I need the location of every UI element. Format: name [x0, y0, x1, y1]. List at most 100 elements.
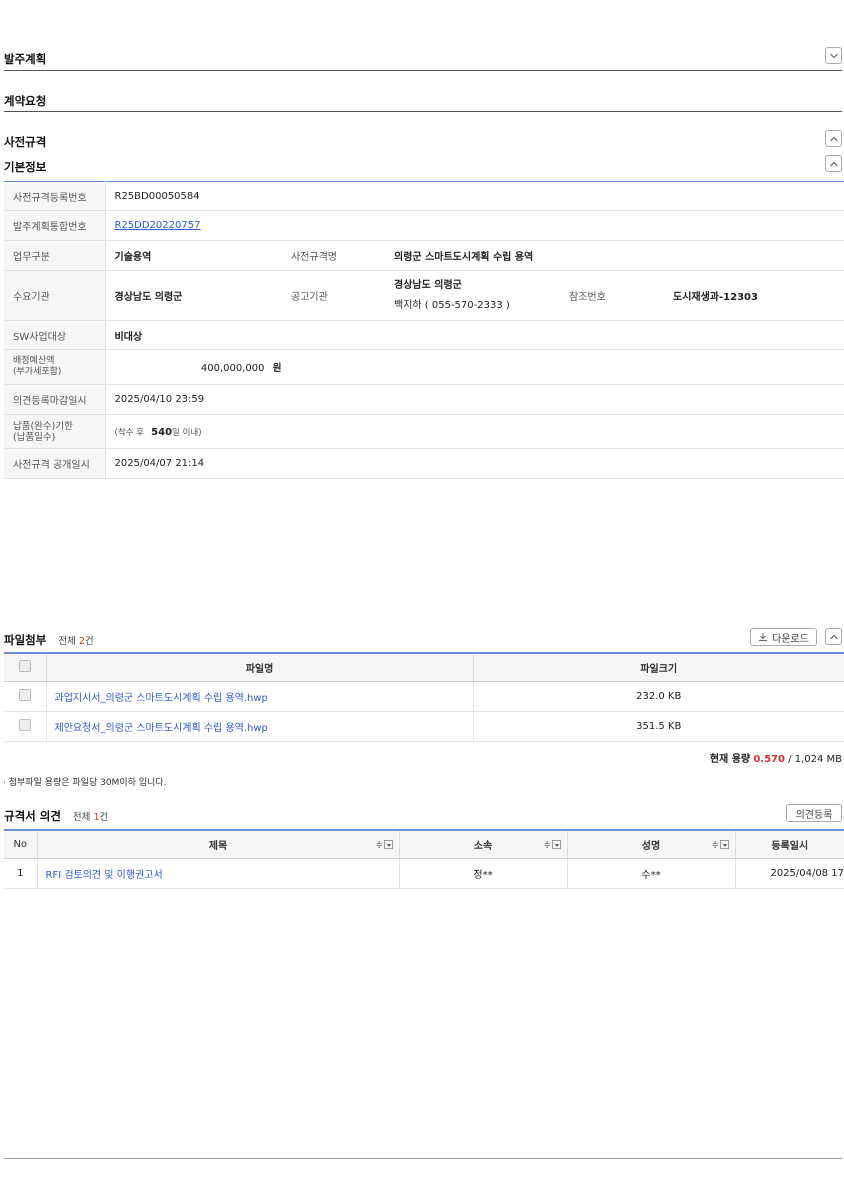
table-row: 납품(완수)기한 (납품일수) (착수 후 540일 이내)	[4, 414, 844, 449]
chevron-up-icon	[830, 161, 838, 167]
ref-no-label: 참조번호	[560, 270, 664, 321]
demand-org-value: 경상남도 의령군	[105, 270, 282, 321]
delivery-suffix: 일 이내)	[172, 427, 202, 438]
opinions-header: 규격서 의견 전체 1건	[4, 808, 842, 824]
budget-label: 배정예산액	[13, 356, 55, 366]
table-row: 발주계획통합번호 R25DD20220757	[4, 210, 844, 241]
ref-no-value: 도시재생과-12303	[664, 270, 844, 321]
download-label: 다운로드	[772, 633, 809, 645]
open-value: 2025/04/07 21:14	[105, 448, 844, 479]
chevron-down-icon	[830, 53, 838, 59]
notice-contact: 백지하 ( 055-570-2333 )	[394, 299, 510, 311]
col-affil: 소속	[473, 840, 493, 852]
table-row: 배정예산액 (부가세포함) 400,000,000 원	[4, 349, 844, 385]
footer-divider	[4, 1158, 842, 1159]
notice-org-value: 경상남도 의령군	[394, 279, 462, 291]
opinion-name: 수**	[567, 858, 736, 889]
col-no: No	[4, 830, 38, 859]
divider	[4, 70, 842, 71]
notice-org-label: 공고기관	[282, 270, 385, 321]
plan-no-label: 발주계획통합번호	[4, 210, 106, 241]
register-opinion-label: 의견등록	[795, 809, 833, 821]
open-label: 사전규격 공개일시	[4, 448, 106, 479]
col-date: 등록일시	[735, 830, 844, 859]
section-contract-request-title: 계약요청	[4, 94, 47, 108]
delivery-prefix: (착수 후	[114, 427, 144, 438]
files-table: 파일명 파일크기 과업지시서_의령군 스마트도시계획 수립 용역.hwp 232…	[4, 652, 844, 742]
section-order-plan-title: 발주계획	[4, 52, 47, 66]
opinions-total-prefix: 전체	[72, 812, 91, 823]
expand-order-plan-button[interactable]	[825, 47, 842, 64]
files-total-prefix: 전체	[58, 636, 76, 647]
opinions-table: No 제목 ≑ 소속 ≑ 성명 ≑ 등록일시 1 RFI 검토의견 및 이행권고…	[4, 829, 844, 889]
opinion-date: 2025/04/08 17	[735, 858, 844, 889]
sort-icon[interactable]: ≑	[544, 840, 561, 849]
opinions-header-row: No 제목 ≑ 소속 ≑ 성명 ≑ 등록일시	[4, 830, 844, 859]
budget-value: 400,000,000	[200, 363, 265, 374]
biz-type-value: 기술용역	[105, 240, 282, 271]
row-checkbox[interactable]	[18, 688, 31, 701]
chevron-up-icon	[830, 136, 838, 142]
basic-info-table: 사전규격등록번호 R25BD00050584 발주계획통합번호 R25DD202…	[4, 181, 844, 479]
section-order-plan[interactable]: 발주계획	[4, 51, 842, 67]
table-row: SW사업대상 비대상	[4, 320, 844, 350]
sw-value: 비대상	[105, 320, 844, 350]
budget-label-sub: (부가세포함)	[13, 367, 62, 377]
file-size: 232.0 KB	[473, 681, 844, 712]
files-header-row: 파일명 파일크기	[4, 653, 844, 682]
file-link[interactable]: 과업지시서_의령군 스마트도시계획 수립 용역.hwp	[46, 681, 474, 712]
opinion-no: 1	[4, 858, 38, 889]
register-opinion-button[interactable]: 의견등록	[786, 804, 842, 822]
files-total-suffix: 건	[84, 636, 94, 647]
sort-icon[interactable]: ≑	[376, 840, 393, 849]
collapse-files-button[interactable]	[825, 628, 842, 645]
files-col-name: 파일명	[46, 653, 474, 682]
collapse-pre-spec-button[interactable]	[825, 130, 842, 147]
budget-unit: 원	[272, 363, 282, 374]
col-title: 제목	[208, 840, 228, 852]
section-basic-info: 기본정보	[4, 159, 842, 175]
usage-indicator: 현재 용량 0.570 / 1,024 MB	[710, 750, 842, 765]
table-row: 사전규격 공개일시 2025/04/07 21:14	[4, 448, 844, 479]
usage-label: 현재 용량	[709, 754, 751, 765]
table-row: 수요기관 경상남도 의령군 공고기관 경상남도 의령군 백지하 ( 055-57…	[4, 270, 844, 321]
row-checkbox[interactable]	[18, 718, 31, 731]
opinion-affil: 정**	[399, 858, 568, 889]
col-name-header[interactable]: 성명 ≑	[567, 830, 736, 859]
table-row: 업무구분 기술용역 사전규격명 의령군 스마트도시계획 수립 용역	[4, 240, 844, 271]
section-basic-info-title: 기본정보	[4, 160, 47, 174]
reg-no-label: 사전규격등록번호	[4, 181, 106, 211]
spec-name-label: 사전규격명	[282, 240, 385, 271]
col-title-header[interactable]: 제목 ≑	[37, 830, 400, 859]
select-all-checkbox[interactable]	[18, 659, 31, 672]
reg-no-value: R25BD00050584	[105, 181, 844, 211]
divider	[4, 111, 842, 112]
file-link[interactable]: 제안요청서_의령군 스마트도시계획 수립 용역.hwp	[46, 711, 474, 742]
opinions-title: 규격서 의견	[4, 809, 61, 823]
biz-type-label: 업무구분	[4, 240, 106, 271]
delivery-label-sub: (납품일수)	[13, 431, 56, 443]
deadline-value: 2025/04/10 23:59	[105, 384, 844, 415]
section-contract-request[interactable]: 계약요청	[4, 93, 842, 109]
opinion-title-link[interactable]: RFI 검토의견 및 이행권고서	[37, 858, 400, 889]
file-size: 351.5 KB	[473, 711, 844, 742]
col-affil-header[interactable]: 소속 ≑	[399, 830, 568, 859]
demand-org-label: 수요기관	[4, 270, 106, 321]
table-row: 제안요청서_의령군 스마트도시계획 수립 용역.hwp 351.5 KB	[4, 711, 844, 742]
opinions-total-suffix: 건	[99, 812, 109, 823]
delivery-label: 납품(완수)기한	[13, 420, 73, 432]
table-row: 사전규격등록번호 R25BD00050584	[4, 181, 844, 211]
file-size-note: · 첨부파일 용량은 파일당 30M이하 입니다.	[3, 778, 167, 788]
section-pre-spec: 사전규격	[4, 134, 842, 150]
table-row: 의견등록마감일시 2025/04/10 23:59	[4, 384, 844, 415]
usage-total: / 1,024 MB	[788, 754, 842, 765]
table-row: 과업지시서_의령군 스마트도시계획 수립 용역.hwp 232.0 KB	[4, 681, 844, 712]
download-button[interactable]: 다운로드	[750, 628, 817, 646]
section-pre-spec-title: 사전규격	[4, 135, 47, 149]
spec-name-value: 의령군 스마트도시계획 수립 용역	[385, 240, 844, 271]
plan-no-link[interactable]: R25DD20220757	[115, 220, 201, 231]
sort-icon[interactable]: ≑	[712, 840, 729, 849]
collapse-basic-info-button[interactable]	[825, 155, 842, 172]
sw-label: SW사업대상	[4, 320, 106, 350]
usage-current: 0.570	[753, 754, 785, 765]
